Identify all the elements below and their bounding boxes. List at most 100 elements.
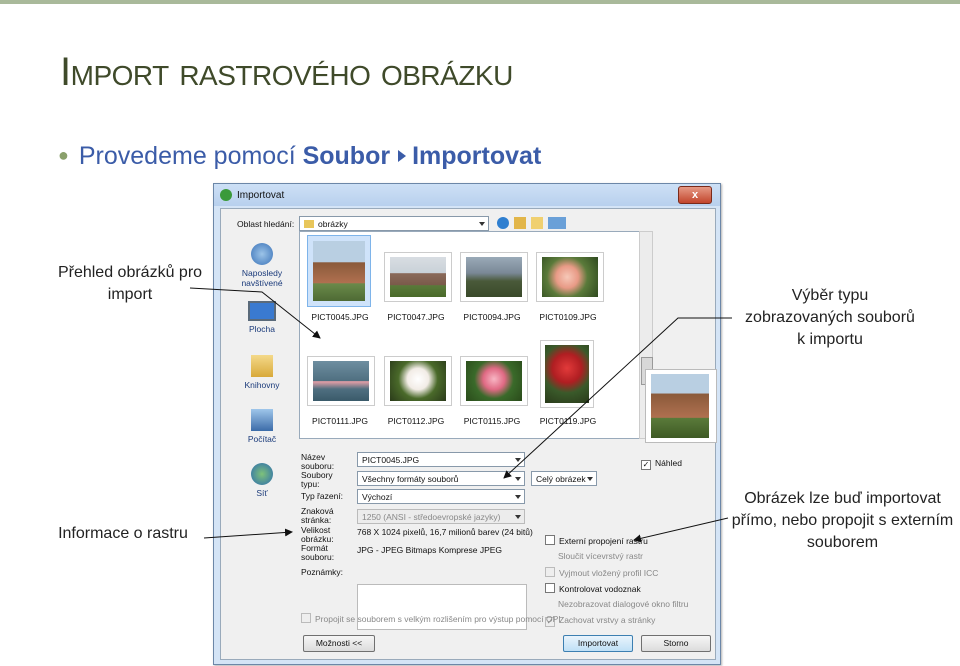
- place-label: Počítač: [247, 434, 277, 444]
- computer-icon: [251, 409, 273, 431]
- crop-select[interactable]: Celý obrázek: [531, 471, 597, 486]
- file-name[interactable]: PICT0111.JPG: [302, 416, 378, 426]
- place-network[interactable]: Síť: [227, 463, 297, 498]
- sort-label: Typ řazení:: [301, 491, 344, 501]
- option-check-watermark[interactable]: Kontrolovat vodoznak: [545, 583, 641, 594]
- option-external-link[interactable]: Externí propojení rastru: [545, 535, 648, 546]
- opi-label: Propojit se souborem s velkým rozlišením…: [315, 614, 561, 624]
- codepage-label: Znaková stránka:: [301, 506, 334, 525]
- file-name[interactable]: PICT0109.JPG: [530, 312, 606, 322]
- option-merge-layers[interactable]: Sloučit vícevrstvý rastr: [558, 551, 643, 561]
- preview-image: [651, 374, 709, 438]
- photo-flamingo-icon: [313, 361, 369, 401]
- dialog-title: Importovat: [237, 190, 285, 201]
- file-thumb[interactable]: [307, 235, 371, 307]
- checkbox-icon: [545, 567, 555, 577]
- photo-rose-icon: [542, 257, 598, 297]
- top-accent-bar: [0, 0, 960, 4]
- import-button[interactable]: Importovat: [563, 635, 633, 652]
- option-label: Sloučit vícevrstvý rastr: [558, 551, 644, 561]
- checkbox-icon: [545, 535, 555, 545]
- up-folder-icon[interactable]: [514, 217, 526, 229]
- codepage-select[interactable]: 1250 (ANSI - středoevropské jazyky): [357, 509, 525, 524]
- callout-link-or-import: Obrázek lze buď importovat přímo, nebo p…: [731, 490, 954, 551]
- bullet-dot-icon: ●: [58, 145, 69, 165]
- filename-label: Název souboru:: [301, 452, 335, 471]
- opi-link-checkbox[interactable]: Propojit se souborem s velkým rozlišením…: [301, 613, 561, 624]
- recent-places-icon: [251, 243, 273, 265]
- photo-pink-rose-icon: [466, 361, 522, 401]
- photo-red-roses-icon: [545, 345, 589, 403]
- filetype-value: Všechny formáty souborů: [362, 474, 459, 484]
- import-dialog: Importovat x Oblast hledání: obrázky Nap…: [213, 183, 721, 665]
- file-name[interactable]: PICT0045.JPG: [302, 312, 378, 322]
- notes-label: Poznámky:: [301, 567, 344, 577]
- photo-white-rose-icon: [390, 361, 446, 401]
- checkbox-icon: [545, 583, 555, 593]
- file-name[interactable]: PICT0112.JPG: [378, 416, 454, 426]
- option-label: Kontrolovat vodoznak: [559, 584, 641, 594]
- file-name[interactable]: PICT0115.JPG: [454, 416, 530, 426]
- file-name[interactable]: PICT0047.JPG: [378, 312, 454, 322]
- photo-castle-icon: [390, 257, 446, 297]
- file-thumb[interactable]: [384, 356, 452, 406]
- libraries-icon: [251, 355, 273, 377]
- look-in-label: Oblast hledání:: [237, 219, 295, 229]
- bullet-text: Provedeme pomocí: [78, 142, 303, 170]
- place-computer[interactable]: Počítač: [227, 409, 297, 444]
- file-name[interactable]: PICT0094.JPG: [454, 312, 530, 322]
- file-thumb[interactable]: [540, 340, 594, 408]
- preview-checkbox[interactable]: ✓ Náhled: [641, 458, 682, 470]
- option-keep-layers[interactable]: ✓ Zachovat vrstvy a stránky: [545, 615, 655, 627]
- checkbox-icon: [301, 613, 311, 623]
- callout-overview: Přehled obrázků pro import: [57, 264, 203, 303]
- place-label: Naposledy navštívené: [241, 268, 283, 288]
- preview-label: Náhled: [655, 458, 682, 468]
- place-desktop[interactable]: Plocha: [227, 301, 297, 334]
- filetype-select[interactable]: Všechny formáty souborů: [357, 471, 525, 486]
- option-extract-icc[interactable]: Vyjmout vložený profil ICC: [545, 567, 658, 578]
- file-thumb[interactable]: [460, 252, 528, 302]
- chevron-down-icon: [479, 222, 485, 226]
- file-thumb[interactable]: [307, 356, 375, 406]
- bullet-item: ● Provedeme pomocí Soubor Importovat: [58, 142, 541, 171]
- app-icon: [220, 189, 232, 201]
- file-thumb[interactable]: [384, 252, 452, 302]
- checkbox-checked-icon: ✓: [641, 460, 651, 470]
- callout-file-type: Výběr typu zobrazovaných souborů k impor…: [745, 287, 915, 348]
- preview-pane: [645, 369, 717, 443]
- place-label: Knihovny: [244, 380, 280, 390]
- more-options-button[interactable]: Možnosti <<: [303, 635, 375, 652]
- option-label: Vyjmout vložený profil ICC: [559, 568, 659, 578]
- look-in-combo[interactable]: obrázky: [299, 216, 489, 231]
- filetype-label: Soubory typu:: [301, 470, 333, 489]
- chevron-down-icon: [587, 477, 593, 481]
- look-in-value: obrázky: [318, 219, 348, 229]
- file-list: PICT0045.JPG PICT0047.JPG PICT0094.JPG P…: [299, 231, 641, 439]
- format-value: JPG - JPEG Bitmaps Komprese JPEG: [357, 545, 503, 555]
- option-hide-filter-dialog[interactable]: Nezobrazovat dialogové okno filtru: [558, 599, 688, 609]
- view-menu-icon[interactable]: [548, 217, 566, 229]
- file-name[interactable]: PICT0119.JPG: [530, 416, 606, 426]
- dialog-titlebar[interactable]: Importovat x: [214, 184, 720, 206]
- menu-arrow-icon: [398, 150, 407, 162]
- network-icon: [251, 463, 273, 485]
- chevron-down-icon: [515, 458, 521, 462]
- file-thumb[interactable]: [460, 356, 528, 406]
- dialog-body: Oblast hledání: obrázky Naposledy navští…: [220, 208, 717, 660]
- option-label: Externí propojení rastru: [559, 536, 648, 546]
- place-recent[interactable]: Naposledy navštívené: [227, 243, 297, 288]
- codepage-value: 1250 (ANSI - středoevropské jazyky): [362, 512, 501, 522]
- cancel-button[interactable]: Storno: [641, 635, 711, 652]
- crop-value: Celý obrázek: [536, 474, 586, 484]
- new-folder-icon[interactable]: [531, 217, 543, 229]
- sort-select[interactable]: Výchozí: [357, 489, 525, 504]
- filename-input[interactable]: PICT0045.JPG: [357, 452, 525, 467]
- file-thumb[interactable]: [536, 252, 604, 302]
- places-bar: Naposledy navštívené Plocha Knihovny Poč…: [227, 231, 297, 507]
- chevron-down-icon: [515, 515, 521, 519]
- place-libraries[interactable]: Knihovny: [227, 355, 297, 390]
- back-icon[interactable]: [497, 217, 509, 229]
- close-button[interactable]: x: [678, 186, 712, 204]
- size-value: 768 X 1024 pixelů, 16,7 milionů barev (2…: [357, 527, 533, 537]
